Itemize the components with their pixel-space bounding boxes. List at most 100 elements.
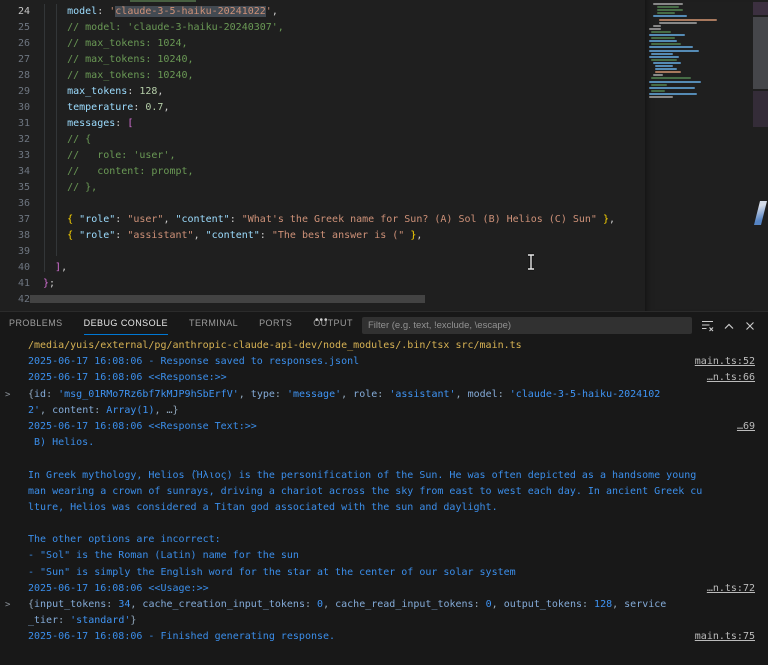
console-row: _tier: 'standard'}: [0, 613, 768, 629]
console-row: In Greek mythology, Helios (Ἥλιος) is th…: [0, 468, 768, 484]
more-actions-icon[interactable]: •••: [315, 315, 329, 326]
bottom-panel: PROBLEMSDEBUG CONSOLETERMINALPORTSOUTPUT…: [0, 311, 768, 665]
expand-object-icon[interactable]: >: [5, 387, 10, 403]
minimap-line: [649, 46, 693, 48]
line-number: 33: [0, 148, 30, 164]
line-content[interactable]: [30, 244, 43, 260]
line-content[interactable]: ],: [30, 260, 67, 276]
line-number: 26: [0, 36, 30, 52]
console-row: - "Sun" is simply the English word for t…: [0, 565, 768, 581]
line-number: 27: [0, 52, 30, 68]
line-content[interactable]: };: [30, 276, 55, 292]
minimap-line: [659, 22, 697, 24]
console-row: 2025-06-17 16:08:06 - Response saved to …: [0, 354, 768, 370]
expand-object-icon[interactable]: >: [5, 597, 10, 613]
minimap[interactable]: [645, 0, 753, 311]
source-location-link[interactable]: …69: [737, 419, 755, 435]
source-location-link[interactable]: …n.ts:66: [707, 370, 755, 386]
console-row: 2025-06-17 16:08:06 - Finished generatin…: [0, 629, 768, 645]
panel-tab-terminal[interactable]: TERMINAL: [189, 318, 238, 335]
console-row: 2025-06-17 16:08:06 <<Response:>>…n.ts:6…: [0, 370, 768, 386]
console-row: The other options are incorrect:: [0, 532, 768, 548]
source-location-link[interactable]: main.ts:75: [695, 629, 755, 645]
clear-console-icon[interactable]: [701, 319, 714, 332]
line-content[interactable]: // role: 'user',: [30, 148, 175, 164]
line-number: 28: [0, 68, 30, 84]
line-number: 39: [0, 244, 30, 260]
minimap-line: [653, 74, 663, 76]
minimap-line: [651, 77, 691, 79]
code-line[interactable]: 38 { "role": "assistant", "content": "Th…: [0, 228, 632, 244]
overview-ruler-decoration: [753, 91, 768, 127]
line-number: 42: [0, 292, 30, 308]
line-content[interactable]: { "role": "assistant", "content": "The b…: [30, 228, 422, 244]
code-line[interactable]: 24 model: 'claude-3-5-haiku-20241022',: [0, 4, 632, 20]
scrollbar-thumb[interactable]: [753, 17, 768, 89]
line-content[interactable]: messages: [: [30, 116, 133, 132]
code-line[interactable]: 33 // role: 'user',: [0, 148, 632, 164]
minimap-line: [651, 37, 675, 39]
minimap-line: [651, 53, 673, 55]
line-content[interactable]: temperature: 0.7,: [30, 100, 169, 116]
code-line[interactable]: 34 // content: prompt,: [0, 164, 632, 180]
line-content[interactable]: // max_tokens: 1024,: [30, 36, 188, 52]
line-number: 34: [0, 164, 30, 180]
line-content[interactable]: // max_tokens: 10240,: [30, 68, 194, 84]
line-content[interactable]: // content: prompt,: [30, 164, 194, 180]
panel-tab-debug-console[interactable]: DEBUG CONSOLE: [84, 318, 168, 335]
code-line[interactable]: 39: [0, 244, 632, 260]
console-row: B) Helios.: [0, 435, 768, 451]
panel-tab-ports[interactable]: PORTS: [259, 318, 292, 335]
mouse-ibeam-cursor: [525, 253, 537, 275]
minimap-line: [657, 12, 675, 14]
line-number: 30: [0, 100, 30, 116]
code-line[interactable]: 25 // model: 'claude-3-haiku-20240307',: [0, 20, 632, 36]
debug-console-output[interactable]: /media/yuis/external/pg/anthropic-claude…: [0, 338, 768, 665]
editor-horizontal-scrollbar[interactable]: [30, 295, 425, 303]
line-content[interactable]: [30, 196, 43, 212]
line-content[interactable]: { "role": "user", "content": "What's the…: [30, 212, 615, 228]
code-line[interactable]: 27 // max_tokens: 10240,: [0, 52, 632, 68]
code-line[interactable]: 28 // max_tokens: 10240,: [0, 68, 632, 84]
line-content[interactable]: model: 'claude-3-5-haiku-20241022',: [30, 4, 278, 20]
minimap-line: [659, 19, 717, 21]
code-line[interactable]: 41};: [0, 276, 632, 292]
line-number: 37: [0, 212, 30, 228]
line-number: 38: [0, 228, 30, 244]
code-line[interactable]: 40 ],: [0, 260, 632, 276]
maximize-panel-icon[interactable]: [723, 320, 735, 332]
code-line[interactable]: 37 { "role": "user", "content": "What's …: [0, 212, 632, 228]
line-content[interactable]: max_tokens: 128,: [30, 84, 163, 100]
minimap-line: [649, 56, 679, 58]
source-location-link[interactable]: …n.ts:72: [707, 581, 755, 597]
line-number: 25: [0, 20, 30, 36]
line-number: 32: [0, 132, 30, 148]
minimap-line: [651, 31, 671, 33]
line-number: 36: [0, 196, 30, 212]
code-editor[interactable]: 24 model: 'claude-3-5-haiku-20241022',25…: [0, 0, 768, 311]
line-content[interactable]: // max_tokens: 10240,: [30, 52, 194, 68]
code-line[interactable]: 29 max_tokens: 128,: [0, 84, 632, 100]
code-line[interactable]: 30 temperature: 0.7,: [0, 100, 632, 116]
console-filter-input[interactable]: [362, 317, 692, 334]
source-location-link[interactable]: main.ts:52: [695, 354, 755, 370]
line-content[interactable]: // model: 'claude-3-haiku-20240307',: [30, 20, 284, 36]
panel-tabs: PROBLEMSDEBUG CONSOLETERMINALPORTSOUTPUT: [9, 318, 353, 335]
line-number: 41: [0, 276, 30, 292]
code-line[interactable]: 32 // {: [0, 132, 632, 148]
minimap-line: [649, 93, 697, 95]
editor-vertical-scrollbar[interactable]: [753, 0, 768, 311]
code-line[interactable]: 26 // max_tokens: 1024,: [0, 36, 632, 52]
line-content[interactable]: // },: [30, 180, 97, 196]
code-line[interactable]: 36: [0, 196, 632, 212]
panel-tab-problems[interactable]: PROBLEMS: [9, 318, 63, 335]
code-lines[interactable]: 24 model: 'claude-3-5-haiku-20241022',25…: [0, 4, 632, 308]
code-line[interactable]: 35 // },: [0, 180, 632, 196]
code-line[interactable]: 31 messages: [: [0, 116, 632, 132]
line-content[interactable]: // {: [30, 132, 91, 148]
minimap-line: [653, 25, 661, 27]
close-panel-icon[interactable]: [744, 320, 756, 332]
console-row: 2', content: Array(1), …}: [0, 403, 768, 419]
console-row: /media/yuis/external/pg/anthropic-claude…: [0, 338, 768, 354]
minimap-line: [649, 34, 685, 36]
